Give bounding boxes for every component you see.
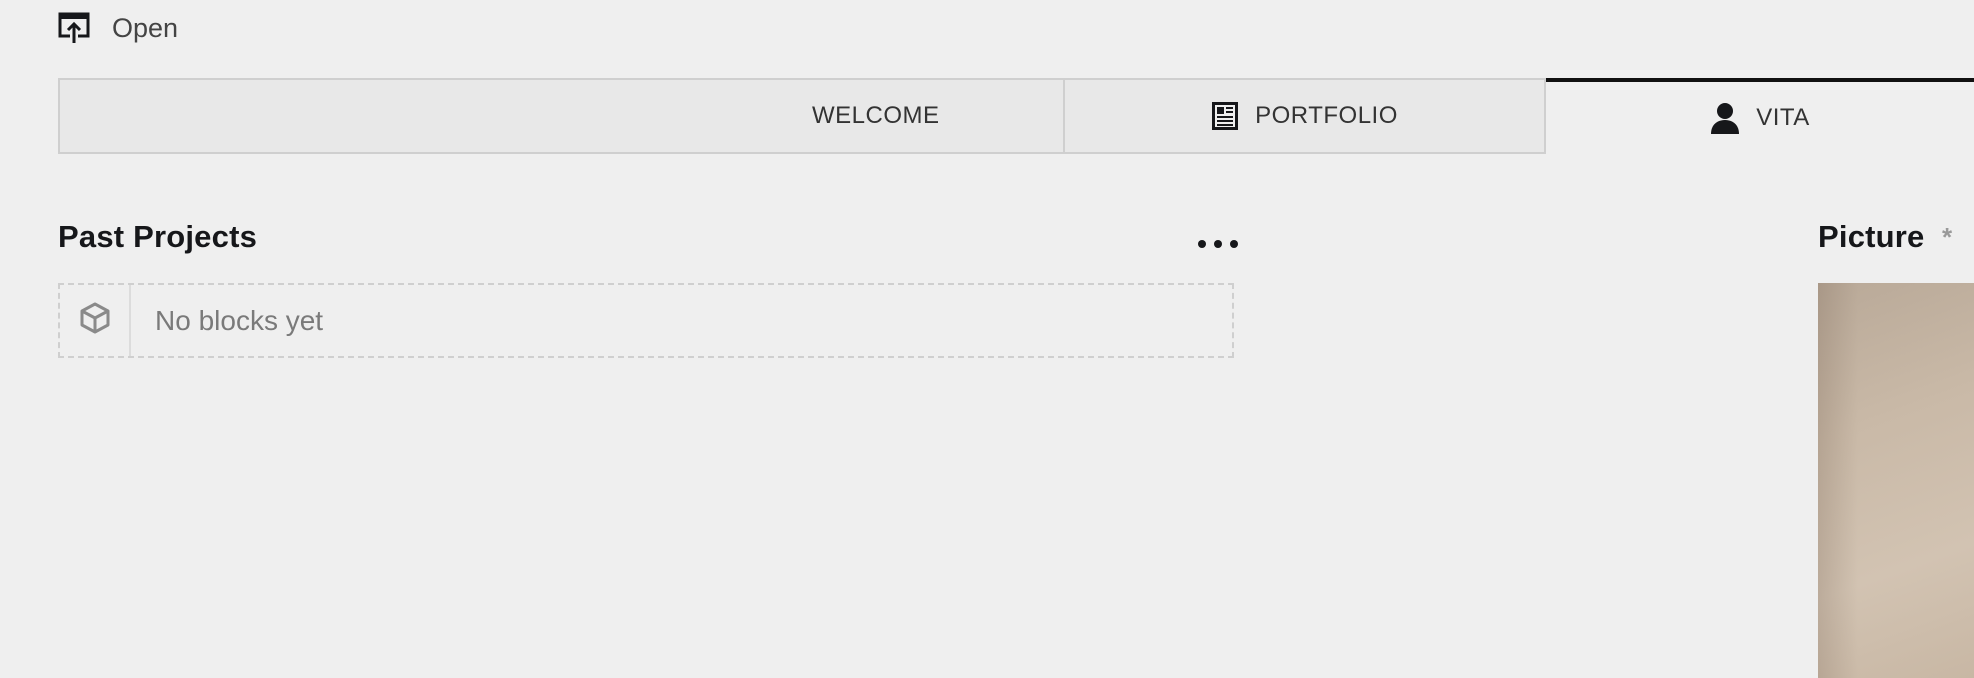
document-icon xyxy=(1211,101,1239,131)
open-label: Open xyxy=(112,12,179,43)
required-marker: * xyxy=(1942,222,1953,252)
options-button[interactable] xyxy=(1198,230,1238,258)
picture-shade xyxy=(1818,283,1858,678)
user-icon xyxy=(1710,102,1740,134)
blocks-empty-state[interactable]: No blocks yet xyxy=(58,283,1234,358)
tab-bar: WELCOME PORTFOLIO VITA xyxy=(58,78,1974,154)
tab-portfolio[interactable]: PORTFOLIO xyxy=(1065,78,1546,154)
tab-vita-label: VITA xyxy=(1756,104,1810,131)
past-projects-title: Past Projects xyxy=(58,219,258,254)
picture-title: Picture xyxy=(1818,219,1925,254)
open-link[interactable]: Open xyxy=(58,10,178,46)
dots-icon xyxy=(1198,240,1206,248)
open-external-icon xyxy=(58,12,90,44)
tab-vita[interactable]: VITA xyxy=(1546,78,1974,154)
picture-image[interactable] xyxy=(1818,283,1974,678)
tab-welcome-label: WELCOME xyxy=(812,102,940,129)
tab-welcome[interactable]: WELCOME xyxy=(58,78,1065,154)
box-icon xyxy=(78,301,112,340)
empty-blocks-text: No blocks yet xyxy=(155,304,324,336)
tab-portfolio-label: PORTFOLIO xyxy=(1255,102,1398,129)
blocks-icon-cell xyxy=(60,285,131,356)
